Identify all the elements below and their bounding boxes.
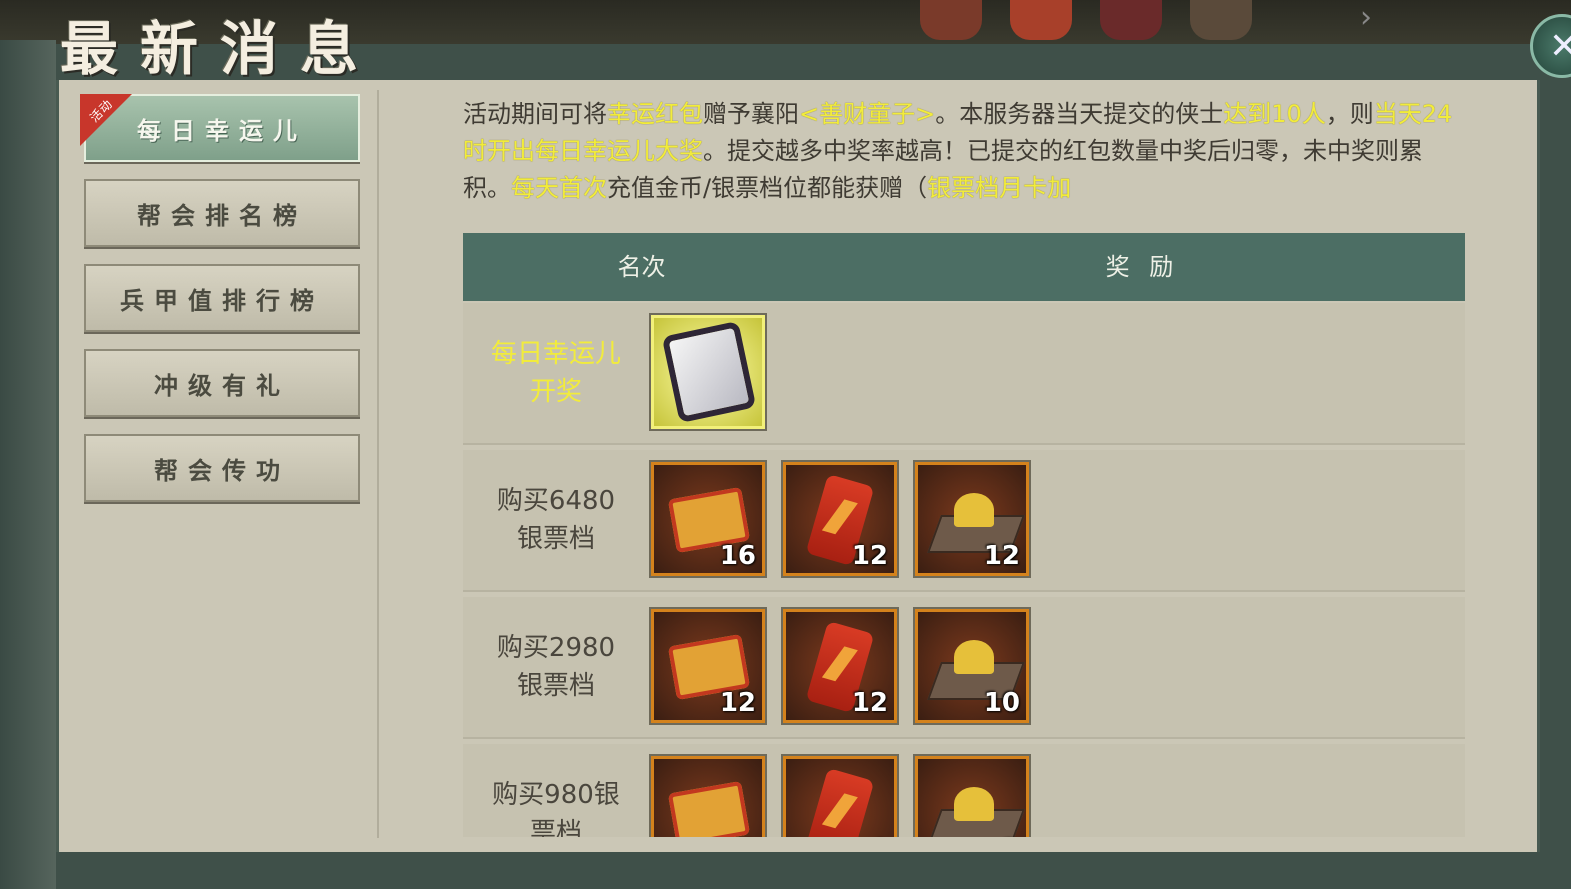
reward-column-header: 奖 励 [1105,253,1180,281]
table-row: 购买2980银票档 12 12 10 [463,597,1465,739]
item-count: 4 [870,835,888,837]
reward-item-slot[interactable] [651,315,765,429]
item-count: 4 [738,835,756,837]
item-count: 12 [851,541,888,571]
event-description: 活动期间可将幸运红包赠予襄阳<善财童子>。本服务器当天提交的侠士达到10人，则当… [463,96,1463,212]
reward-item-slot[interactable]: 12 [915,462,1029,576]
sidebar-tab-label: 兵甲值排行榜 [120,285,324,315]
sidebar-tab-4[interactable]: 帮会传功 [84,434,360,502]
table-row: 每日幸运儿开奖 [463,303,1465,445]
item-count: 10 [983,688,1020,718]
highlight-text: 银票档月卡加 [927,174,1072,202]
window-title: 最新消息 [60,15,381,83]
sidebar-tab-label: 每日幸运儿 [137,115,307,145]
reward-item-slot[interactable]: 12 [651,609,765,723]
left-edge-decoration [0,40,56,889]
highlight-text: 每天首次 [511,174,607,202]
highlight-text: <善财童子> [799,100,936,128]
sidebar-tab-1[interactable]: 帮会排名榜 [84,179,360,247]
row-rank-text: 每日幸运儿开奖 [490,339,621,407]
item-count: 3 [1002,835,1020,837]
panel-bottom-band [56,852,1540,889]
sidebar-divider [377,90,379,838]
row-rank-label: 购买6480银票档 [473,450,639,590]
sidebar-tab-label: 帮会排名榜 [137,200,307,230]
hud-hero-icon[interactable] [1100,0,1162,40]
sidebar: 活动 每日幸运儿帮会排名榜兵甲值排行榜 冲级有礼帮会传功 [80,94,362,519]
row-rank-text: 购买980银票档 [492,780,620,837]
reward-table-body[interactable]: 每日幸运儿开奖 购买6480银票档 16 12 12 购买2980银票档 12 12 10 购买9… [463,303,1465,837]
description-text: ，则 [1325,100,1374,128]
table-row: 购买6480银票档 16 12 12 [463,450,1465,592]
sidebar-tab-label: 冲级有礼 [154,370,290,400]
item-count: 12 [851,688,888,718]
reward-item-slot[interactable]: 4 [651,756,765,837]
reward-item-slot[interactable]: 12 [783,609,897,723]
sidebar-tab-0[interactable]: 活动 每日幸运儿 [80,94,360,162]
hud-avatar-icon[interactable] [920,0,982,40]
table-row: 购买980银票档 4 4 3 [463,744,1465,837]
reward-item-slot[interactable]: 12 [783,462,897,576]
reward-table-header: 名次 奖 励 [463,233,1465,301]
item-count: 16 [719,541,756,571]
hud-character-icon[interactable] [1190,0,1252,40]
description-text: 。本服务器当天提交的侠士 [935,100,1224,128]
item-count: 12 [983,541,1020,571]
description-text: 充值金币/银票档位都能获赠（ [607,174,928,202]
right-edge-decoration [1540,40,1571,889]
sidebar-tab-2[interactable]: 兵甲值排行榜 [84,264,360,332]
reward-item-slot[interactable]: 10 [915,609,1029,723]
description-text: 活动期间可将 [463,100,607,128]
sidebar-tab-3[interactable]: 冲级有礼 [84,349,360,417]
row-rank-label: 购买2980银票档 [473,597,639,737]
row-rank-text: 购买6480银票档 [496,486,616,554]
rank-column-header: 名次 [617,253,666,281]
row-rank-label: 购买980银票档 [473,744,639,837]
description-text: 赠予襄阳 [703,100,799,128]
row-rank-label: 每日幸运儿开奖 [473,303,639,443]
row-rank-text: 购买2980银票档 [496,633,616,701]
item-count: 12 [719,688,756,718]
highlight-text: 达到10人 [1223,100,1326,128]
sidebar-tab-label: 帮会传功 [154,455,290,485]
reward-item-slot[interactable]: 3 [915,756,1029,837]
reward-item-slot[interactable]: 16 [651,462,765,576]
hud-next-arrow-icon[interactable]: › [1360,0,1400,40]
highlight-text: 幸运红包 [607,100,703,128]
reward-item-slot[interactable]: 4 [783,756,897,837]
close-icon: ✕ [1549,26,1571,67]
hud-treasure-icon[interactable] [1010,0,1072,40]
